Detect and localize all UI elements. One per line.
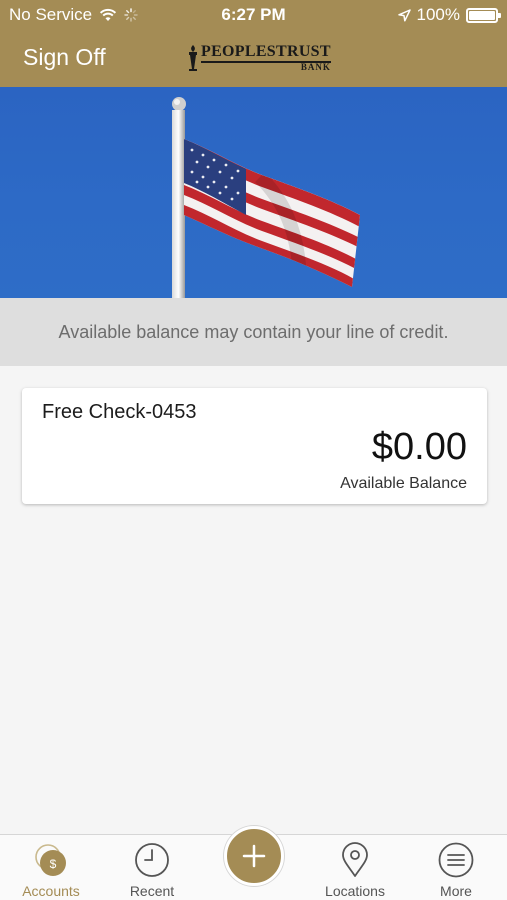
logo-wordmark: PEOPLESTRUST — [201, 43, 331, 60]
logo-subtitle: BANK — [300, 62, 331, 72]
tab-more-label: More — [440, 883, 472, 899]
tab-recent[interactable]: Recent — [107, 835, 197, 900]
add-button[interactable] — [224, 826, 284, 886]
accounts-dollar-icon: $ — [35, 844, 66, 876]
account-name: Free Check-0453 — [42, 401, 197, 423]
clock-icon — [135, 843, 169, 877]
tab-locations[interactable]: Locations — [310, 835, 400, 900]
menu-icon — [438, 842, 474, 878]
account-balance: $0.00 — [371, 426, 467, 468]
bank-logo: PEOPLESTRUST BANK — [187, 42, 331, 74]
location-arrow-icon — [397, 8, 411, 22]
tab-accounts[interactable]: $ Accounts — [6, 835, 96, 900]
map-pin-icon — [342, 842, 368, 877]
tab-more[interactable]: More — [411, 835, 501, 900]
account-card[interactable]: Free Check-0453 $0.00 Available Balance — [22, 388, 487, 504]
status-bar: No Service 6:27 PM 100% — [0, 0, 507, 30]
svg-text:$: $ — [50, 857, 57, 871]
tab-accounts-label: Accounts — [22, 883, 80, 899]
credit-notice-text: Available balance may contain your line … — [58, 321, 449, 342]
plus-icon — [242, 844, 266, 868]
battery-icon — [466, 7, 501, 23]
credit-notice: Available balance may contain your line … — [0, 298, 507, 366]
account-balance-label: Available Balance — [340, 475, 467, 492]
tab-recent-label: Recent — [129, 883, 175, 899]
battery-percent: 100% — [416, 5, 460, 24]
torch-icon — [189, 45, 197, 71]
sign-off-button[interactable]: Sign Off — [23, 44, 106, 71]
flag-banner-image — [0, 87, 507, 298]
app-header: No Service 6:27 PM 100% Sign Off PEOPLES… — [0, 0, 507, 87]
tab-locations-label: Locations — [325, 883, 385, 899]
